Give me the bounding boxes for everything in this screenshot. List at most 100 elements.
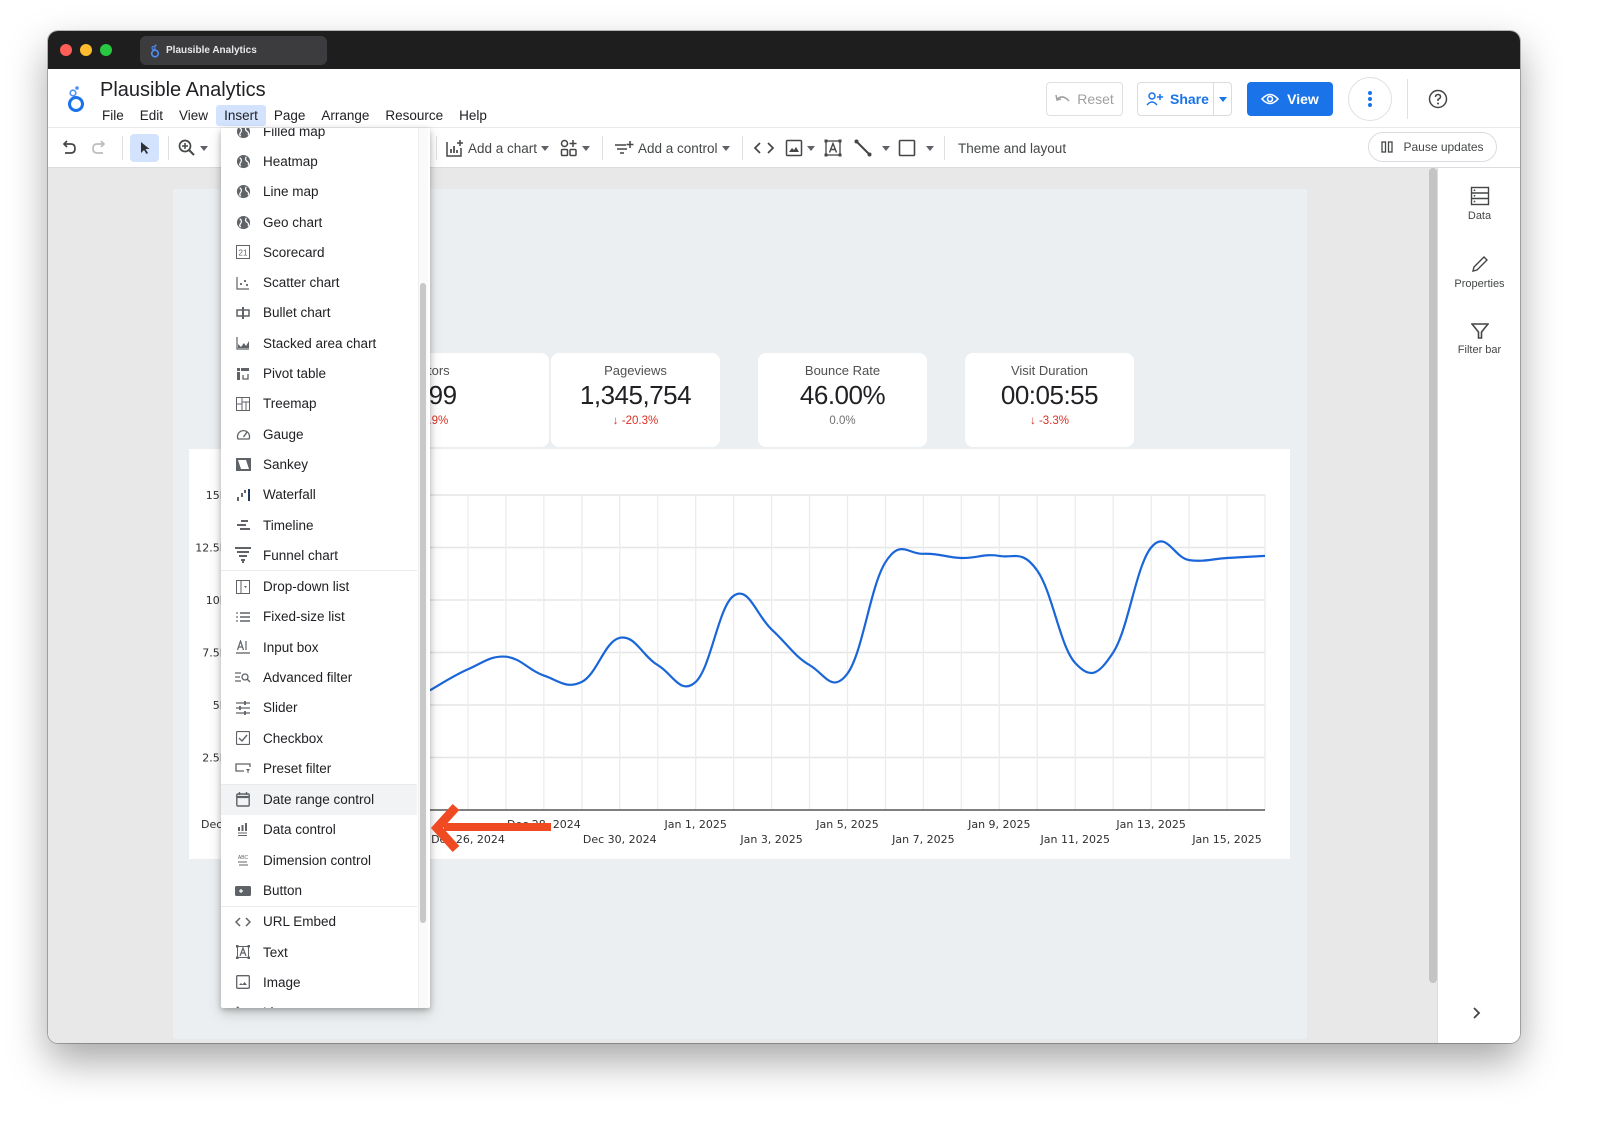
menu-item-line-map[interactable]: Line map xyxy=(221,177,417,207)
shape-button[interactable] xyxy=(898,134,934,162)
redo-button[interactable] xyxy=(90,134,108,162)
menu-item-pivot-table[interactable]: Pivot table xyxy=(221,358,417,388)
menu-scrollbar-thumb[interactable] xyxy=(420,283,426,923)
menu-item-geo-chart[interactable]: Geo chart xyxy=(221,207,417,237)
menu-item-data-control[interactable]: Data control xyxy=(221,815,417,845)
menu-item-heatmap[interactable]: Heatmap xyxy=(221,146,417,176)
menu-item-label: Date range control xyxy=(263,792,375,808)
menu-item-label: Funnel chart xyxy=(263,547,339,563)
menu-item-label: Text xyxy=(263,944,288,960)
scorecard-visit-duration[interactable]: Visit Duration 00:05:55 ↓ -3.3% xyxy=(965,353,1134,447)
url-embed-button[interactable] xyxy=(754,134,774,162)
menu-resource[interactable]: Resource xyxy=(377,105,451,126)
menu-item-slider[interactable]: Slider xyxy=(221,693,417,723)
caret-down-icon xyxy=(807,145,815,151)
select-tool-button[interactable] xyxy=(130,134,159,162)
undo-button[interactable] xyxy=(60,134,78,162)
add-chart-button[interactable]: Add a chart xyxy=(446,134,550,162)
y-axis-tick-label: 12.5I xyxy=(195,542,223,555)
scorecard-value: 46.00% xyxy=(799,380,886,410)
toolbar-divider xyxy=(168,136,169,160)
pause-updates-button[interactable]: Pause updates xyxy=(1368,132,1497,162)
add-chart-icon xyxy=(446,140,463,157)
expand-panel-button[interactable] xyxy=(1473,1006,1481,1024)
menu-item-preset-filter[interactable]: Preset filter xyxy=(221,753,417,783)
header-divider xyxy=(1407,79,1408,119)
menu-item-filled-map[interactable]: Filled map xyxy=(221,128,417,146)
menu-edit[interactable]: Edit xyxy=(132,105,171,126)
menu-help[interactable]: Help xyxy=(451,105,495,126)
menu-item-label: Geo chart xyxy=(263,214,323,230)
menu-item-label: Pivot table xyxy=(263,366,327,382)
menu-item-gauge[interactable]: Gauge xyxy=(221,419,417,449)
redo-icon xyxy=(92,140,106,154)
menu-item-drop-down-list[interactable]: Drop-down list xyxy=(221,571,417,601)
funnel-icon xyxy=(235,547,251,564)
share-button[interactable]: Share xyxy=(1137,82,1232,116)
data-panel-button[interactable]: Data xyxy=(1438,186,1520,222)
menu-arrange[interactable]: Arrange xyxy=(313,105,377,126)
menu-view[interactable]: View xyxy=(171,105,216,126)
view-button[interactable]: View xyxy=(1247,82,1333,116)
menu-item-url-embed[interactable]: URL Embed xyxy=(221,907,417,937)
menu-item-button[interactable]: Button xyxy=(221,875,417,905)
waterfall-icon xyxy=(235,487,251,503)
filter-bar-button[interactable]: Filter bar xyxy=(1438,322,1520,356)
more-options-button[interactable] xyxy=(1348,77,1392,121)
menu-item-advanced-filter[interactable]: Advanced filter xyxy=(221,662,417,692)
image-button[interactable] xyxy=(785,134,815,162)
line-button[interactable] xyxy=(854,134,890,162)
menu-item-label: Line map xyxy=(263,184,319,200)
menu-item-text[interactable]: Text xyxy=(221,937,417,967)
menu-page[interactable]: Page xyxy=(266,105,314,126)
add-component-button[interactable] xyxy=(560,134,590,162)
minimize-window-button[interactable] xyxy=(80,44,92,56)
menu-file[interactable]: File xyxy=(94,105,132,126)
properties-panel-button[interactable]: Properties xyxy=(1438,254,1520,290)
menu-item-sankey[interactable]: Sankey xyxy=(221,449,417,479)
help-button[interactable] xyxy=(1426,87,1450,111)
maximize-window-button[interactable] xyxy=(100,44,112,56)
menu-item-line[interactable]: Line xyxy=(221,998,417,1008)
menu-item-dimension-control[interactable]: ABC Dimension control xyxy=(221,845,417,875)
add-chart-label: Add a chart xyxy=(468,140,538,156)
view-label: View xyxy=(1287,91,1319,107)
menu-item-label: Gauge xyxy=(263,426,304,442)
menu-item-checkbox[interactable]: Checkbox xyxy=(221,723,417,753)
menu-item-label: Data control xyxy=(263,822,336,838)
close-window-button[interactable] xyxy=(60,44,72,56)
menu-item-treemap[interactable]: Treemap xyxy=(221,389,417,419)
menu-item-scatter-chart[interactable]: Scatter chart xyxy=(221,267,417,297)
menu-item-scorecard[interactable]: 21 Scorecard xyxy=(221,237,417,267)
menu-item-waterfall[interactable]: Waterfall xyxy=(221,480,417,510)
insert-menu-list: Filled map Heatmap Line map Geo chart 21 Scor… xyxy=(221,128,417,1008)
add-control-button[interactable]: Add a control xyxy=(614,134,730,162)
menu-item-image[interactable]: Image xyxy=(221,967,417,997)
scorecard-label: Pageviews xyxy=(604,363,667,378)
browser-tab[interactable]: Plausible Analytics xyxy=(140,36,327,65)
toolbar-divider xyxy=(602,136,603,160)
menu-item-bullet-chart[interactable]: Bullet chart xyxy=(221,298,417,328)
report-title[interactable]: Plausible Analytics xyxy=(100,79,266,102)
canvas-scrollbar[interactable] xyxy=(1429,168,1437,988)
scorecard-value: 00:05:55 xyxy=(1000,380,1099,410)
reset-button[interactable]: Reset xyxy=(1046,82,1123,116)
menu-item-timeline[interactable]: Timeline xyxy=(221,510,417,540)
scrollbar-thumb[interactable] xyxy=(1429,168,1437,983)
theme-layout-button[interactable]: Theme and layout xyxy=(958,134,1066,162)
scorecard-bounce-rate[interactable]: Bounce Rate 46.00% 0.0% xyxy=(758,353,927,447)
menu-item-fixed-size-list[interactable]: Fixed-size list xyxy=(221,602,417,632)
menu-item-funnel-chart[interactable]: Funnel chart xyxy=(221,540,417,570)
filter-bar-label: Filter bar xyxy=(1457,344,1502,356)
menu-item-input-box[interactable]: Input box xyxy=(221,632,417,662)
zoom-button[interactable] xyxy=(178,134,208,162)
menu-item-date-range-control[interactable]: Date range control xyxy=(221,784,417,815)
checkbox-icon xyxy=(235,730,251,746)
data-icon xyxy=(1470,186,1489,206)
scorecard-pageviews[interactable]: Pageviews 1,345,754 ↓ -20.3% xyxy=(551,353,720,447)
share-dropdown-button[interactable] xyxy=(1214,96,1231,102)
menu-insert[interactable]: Insert xyxy=(216,105,266,126)
caret-down-icon xyxy=(1218,96,1227,102)
text-button[interactable] xyxy=(824,134,842,162)
menu-item-stacked-area-chart[interactable]: Stacked area chart xyxy=(221,328,417,358)
